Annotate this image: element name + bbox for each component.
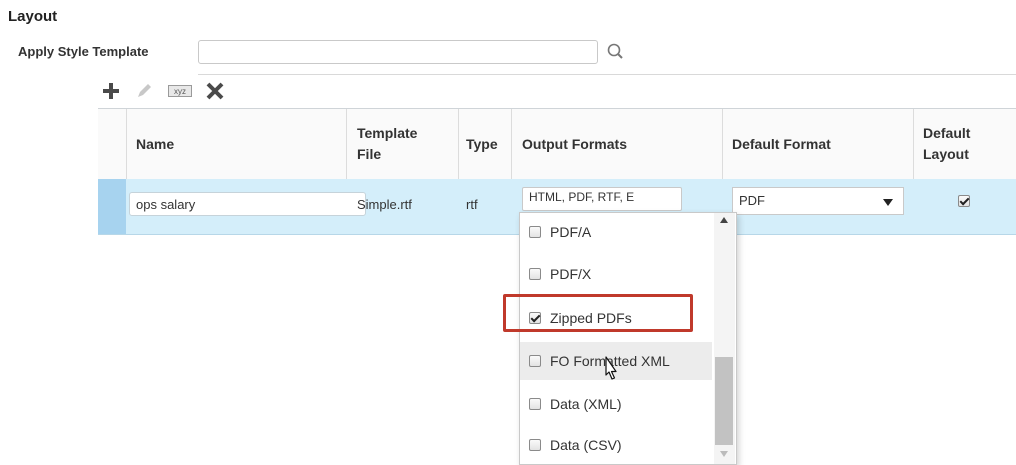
style-template-input[interactable] <box>198 40 598 64</box>
option-checkbox[interactable] <box>529 268 541 280</box>
option-label: Data (CSV) <box>550 437 622 453</box>
add-row-button[interactable] <box>102 82 120 100</box>
style-template-label: Apply Style Template <box>18 44 149 59</box>
col-header-default-layout-line1: Default <box>923 125 971 141</box>
col-header-default-format[interactable]: Default Format <box>732 109 831 179</box>
delete-row-button[interactable] <box>206 82 224 100</box>
scroll-up-arrow-icon[interactable] <box>720 217 728 223</box>
column-divider <box>913 109 914 179</box>
output-formats-dropdown: PDF/A PDF/X Zipped PDFs FO Formatted XML… <box>519 212 737 465</box>
col-header-name[interactable]: Name <box>136 109 174 179</box>
col-header-type-label: Type <box>466 135 498 152</box>
format-option-pdfa[interactable]: PDF/A <box>520 213 712 251</box>
annotation-highlight-box <box>503 294 693 332</box>
divider <box>198 74 1016 75</box>
column-divider <box>511 109 512 179</box>
col-header-default-layout-line2: Layout <box>923 146 969 162</box>
scrollbar-thumb[interactable] <box>715 357 733 445</box>
layout-name-input[interactable] <box>129 192 366 216</box>
col-header-template-file-line1: Template <box>357 125 418 141</box>
col-header-default-layout[interactable]: Default Layout <box>923 109 970 179</box>
type-cell: rtf <box>466 197 478 212</box>
col-header-default-format-label: Default Format <box>732 135 831 152</box>
column-divider <box>458 109 459 179</box>
option-label: Data (XML) <box>550 396 622 412</box>
option-checkbox[interactable] <box>529 439 541 451</box>
column-divider <box>126 109 127 179</box>
option-checkbox[interactable] <box>529 226 541 238</box>
option-checkbox[interactable] <box>529 355 541 367</box>
col-header-template-file[interactable]: Template File <box>357 109 417 179</box>
format-option-data-xml[interactable]: Data (XML) <box>520 385 712 423</box>
scroll-down-arrow-icon[interactable] <box>720 451 728 457</box>
plus-icon <box>103 83 119 99</box>
column-divider <box>722 109 723 179</box>
xyz-icon: xyz <box>168 85 192 97</box>
col-header-type[interactable]: Type <box>466 109 498 179</box>
localize-button[interactable]: xyz <box>168 83 192 99</box>
option-label: PDF/X <box>550 266 592 282</box>
grid-toolbar: xyz <box>102 80 224 102</box>
row-selector[interactable] <box>98 179 126 234</box>
pencil-icon <box>138 84 151 97</box>
svg-text:xyz: xyz <box>174 87 186 96</box>
default-format-select[interactable]: PDF <box>732 187 904 215</box>
x-icon <box>206 82 224 100</box>
column-divider <box>346 109 347 179</box>
format-option-pdfx[interactable]: PDF/X <box>520 255 712 293</box>
default-layout-checkbox[interactable] <box>958 195 970 207</box>
section-title: Layout <box>8 8 58 25</box>
output-formats-field[interactable]: HTML, PDF, RTF, E <box>522 187 682 211</box>
mouse-pointer-icon <box>605 356 617 380</box>
template-file-cell: Simple.rtf <box>357 197 412 212</box>
default-format-value: PDF <box>739 193 765 208</box>
option-label: PDF/A <box>550 224 592 240</box>
col-header-name-label: Name <box>136 135 175 152</box>
option-checkbox[interactable] <box>529 398 541 410</box>
col-header-output-formats[interactable]: Output Formats <box>522 109 627 179</box>
edit-row-button[interactable] <box>134 81 154 101</box>
grid-header: Name Template File Type Output Formats De… <box>98 108 1016 180</box>
chevron-down-icon <box>883 199 893 206</box>
format-option-data-csv[interactable]: Data (CSV) <box>520 426 712 464</box>
col-header-output-formats-label: Output Formats <box>522 135 627 152</box>
col-header-template-file-line2: File <box>357 146 382 162</box>
dropdown-scrollbar[interactable] <box>714 213 735 464</box>
magnifier-icon[interactable] <box>606 42 626 64</box>
